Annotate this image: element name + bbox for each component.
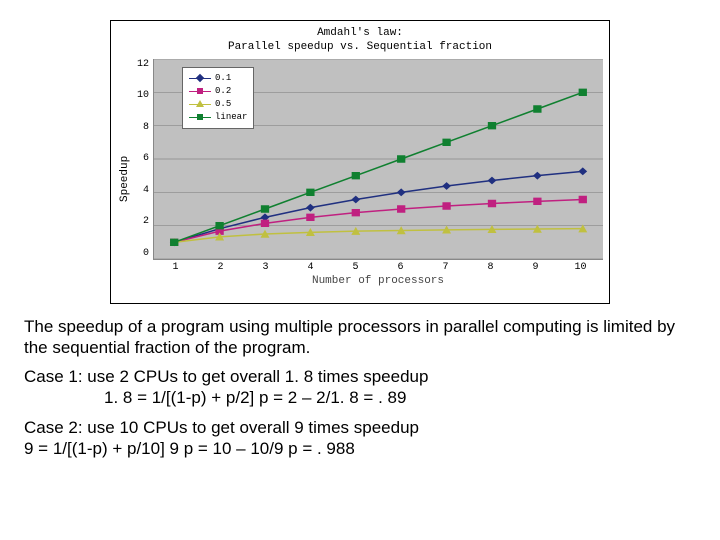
y-tick: 10 [137,90,149,101]
y-axis-ticks: 12 10 8 6 4 2 0 [133,59,153,259]
y-tick: 8 [137,122,149,133]
case1-line1: Case 1: use 2 CPUs to get overall 1. 8 t… [24,366,696,387]
chart-container: Amdahl's law: Parallel speedup vs. Seque… [110,20,610,304]
x-tick: 3 [243,262,288,273]
legend-marker-icon [189,73,211,83]
y-tick: 12 [137,59,149,70]
x-tick: 7 [423,262,468,273]
x-tick: 4 [288,262,333,273]
caption-text: The speedup of a program using multiple … [24,316,696,359]
y-tick: 4 [137,185,149,196]
x-tick: 8 [468,262,513,273]
chart-title-line1: Amdahl's law: [117,27,603,41]
legend-marker-icon [189,86,211,96]
case1: Case 1: use 2 CPUs to get overall 1. 8 t… [24,366,696,409]
legend-item: linear [189,111,247,124]
x-tick: 2 [198,262,243,273]
legend-label: 0.2 [215,86,231,96]
x-tick: 9 [513,262,558,273]
case2-line2: 9 = 1/[(1-p) + p/10] 9 p = 10 – 10/9 p =… [24,438,696,459]
legend-item: 0.1 [189,72,247,85]
case1-line2: 1. 8 = 1/[(1-p) + p/2] p = 2 – 2/1. 8 = … [24,387,696,408]
y-tick: 0 [137,248,149,259]
chart-title-line2: Parallel speedup vs. Sequential fraction [117,41,603,55]
y-tick: 2 [137,216,149,227]
x-axis-label: Number of processors [153,275,603,287]
y-tick: 6 [137,153,149,164]
chart-body: Speedup 121086420 0.10.20.5linear 123456… [117,59,603,299]
legend-label: linear [215,112,247,122]
legend-item: 0.5 [189,98,247,111]
legend: 0.1 0.2 0.5 linear [182,67,254,129]
chart-title: Amdahl's law: Parallel speedup vs. Seque… [117,27,603,55]
x-tick: 10 [558,262,603,273]
y-axis-label: Speedup [117,59,133,299]
x-axis-ticks: 12345678910 [153,260,603,273]
legend-marker-icon [189,99,211,109]
case2: Case 2: use 10 CPUs to get overall 9 tim… [24,417,696,460]
legend-item: 0.2 [189,85,247,98]
x-tick: 6 [378,262,423,273]
legend-marker-icon [189,112,211,122]
legend-label: 0.1 [215,73,231,83]
legend-label: 0.5 [215,99,231,109]
x-tick: 5 [333,262,378,273]
case2-line1: Case 2: use 10 CPUs to get overall 9 tim… [24,417,696,438]
plot-area: 0.1 0.2 0.5 linear [153,59,603,260]
x-tick: 1 [153,262,198,273]
